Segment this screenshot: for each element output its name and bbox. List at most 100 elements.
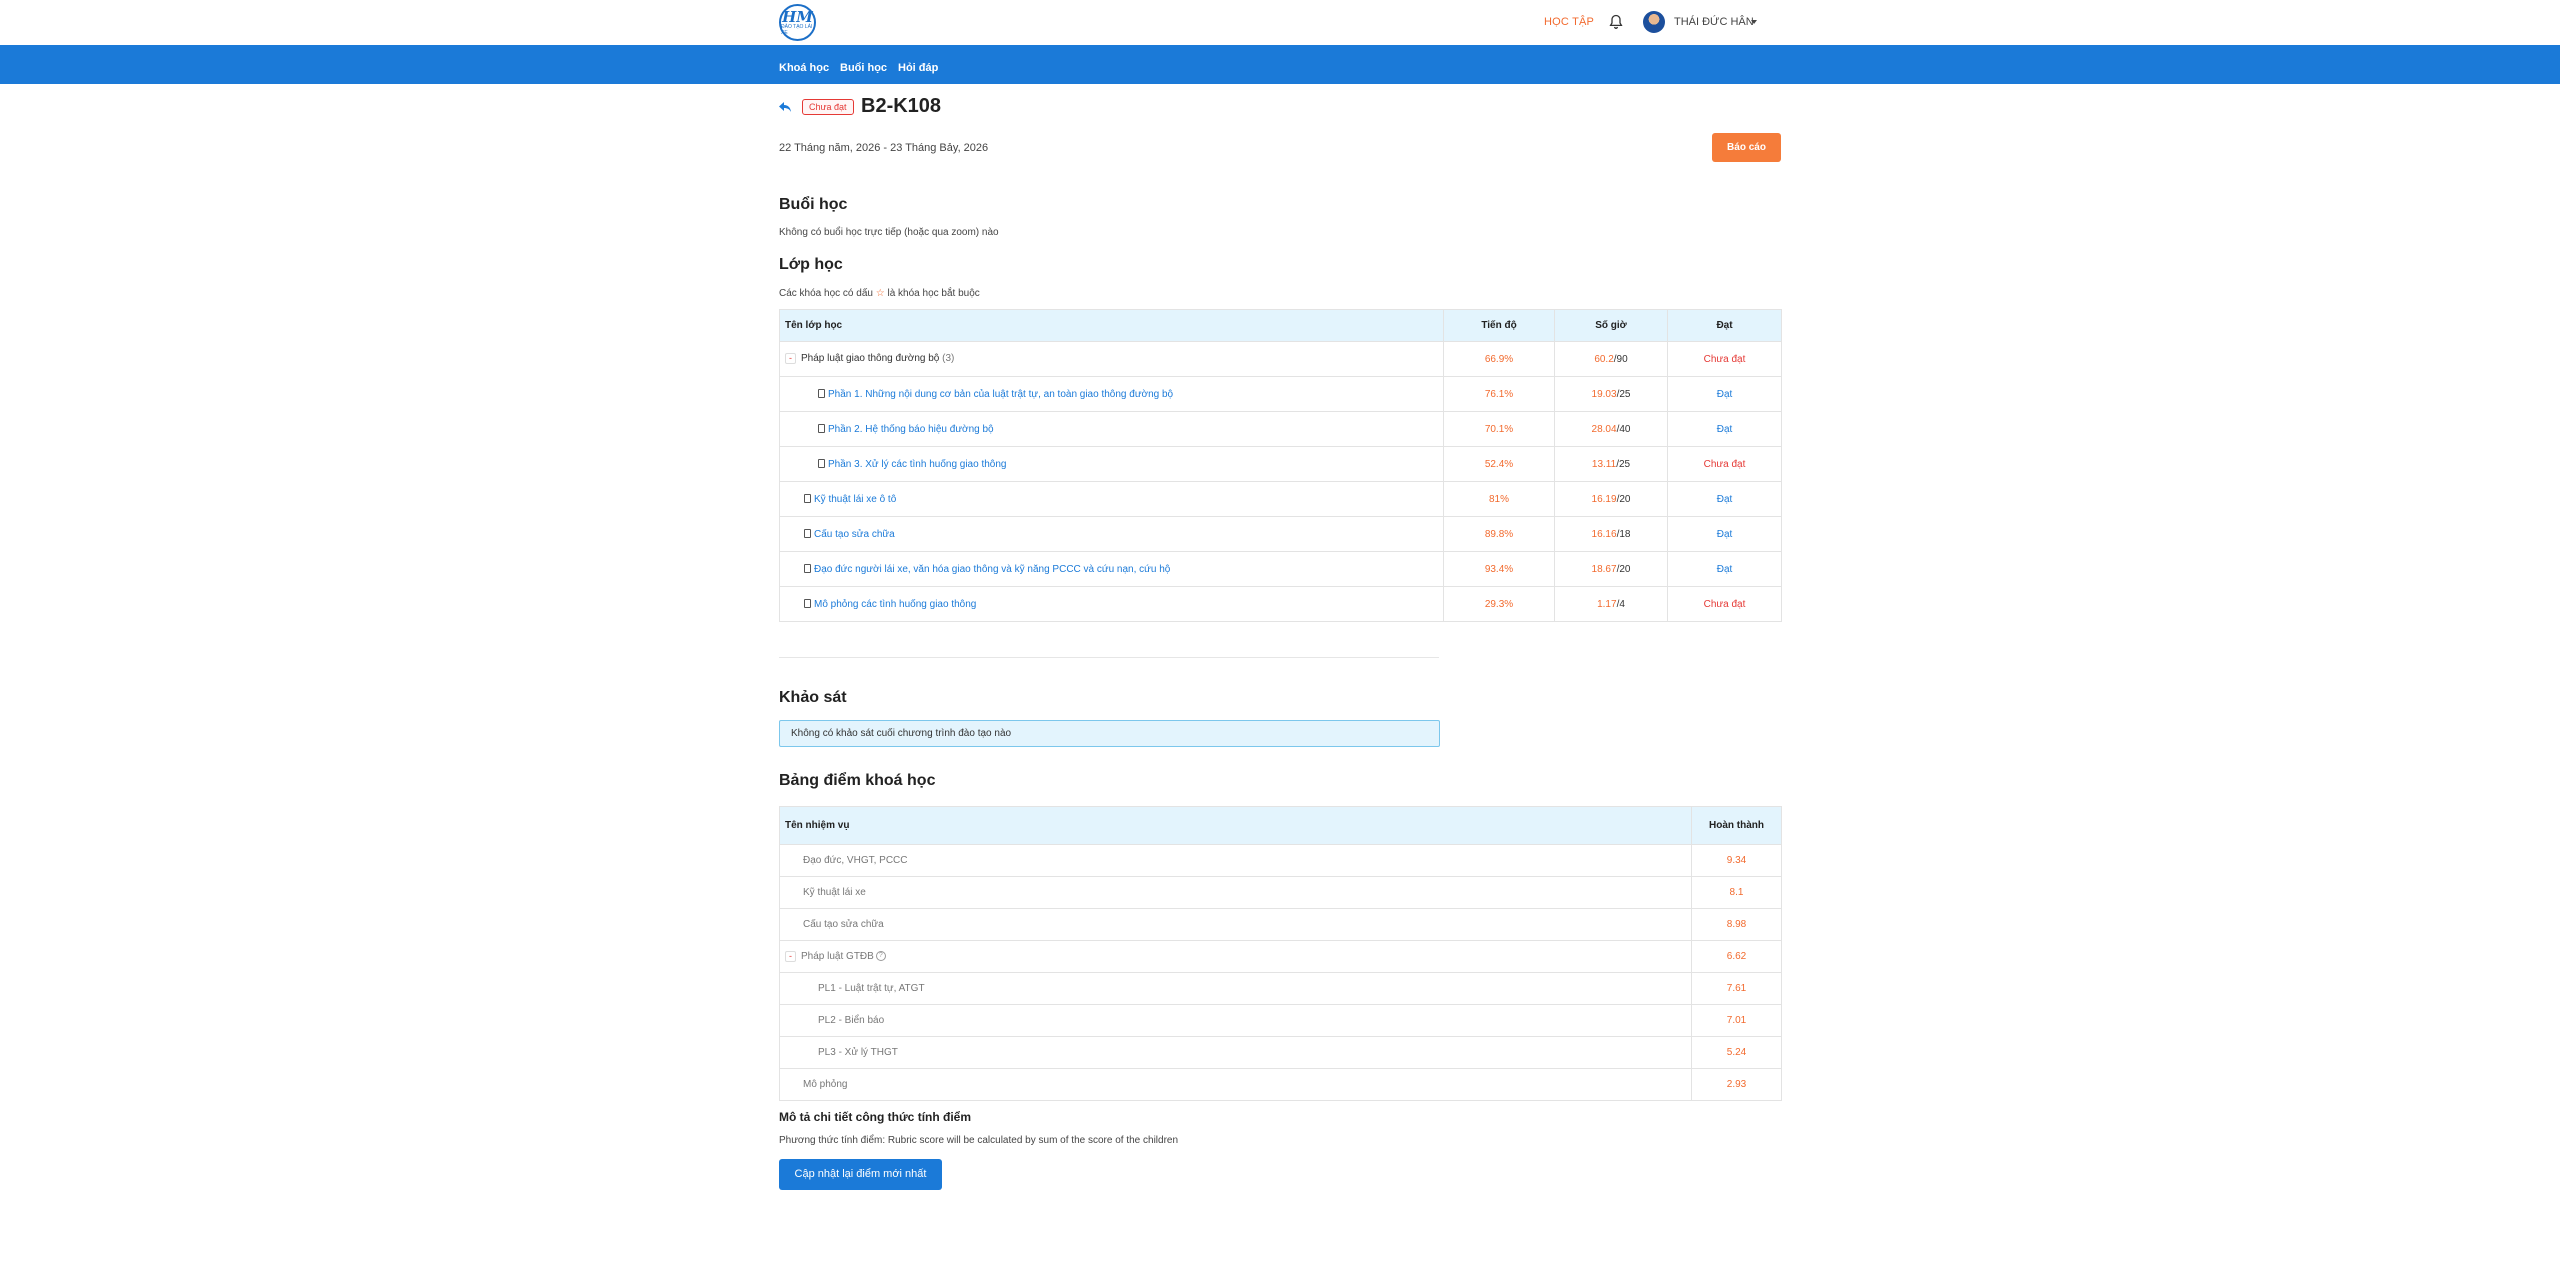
nav-learning-link[interactable]: HỌC TẬP <box>1544 16 1594 28</box>
class-name-cell: - Pháp luật giao thông đường bộ (3) <box>779 341 1444 377</box>
class-link[interactable]: Kỹ thuật lái xe ô tô <box>814 494 896 505</box>
brand-logo[interactable]: HM ĐÀO TẠO LÁI XE <box>779 4 816 41</box>
hours-done: 13.11 <box>1591 458 1617 470</box>
result-cell: Chưa đạt <box>1667 341 1782 377</box>
bell-icon[interactable] <box>1609 14 1623 30</box>
collapse-toggle-icon[interactable]: - <box>785 950 796 962</box>
child-count: (3) <box>942 353 955 365</box>
class-name-cell: Phần 3. Xử lý các tình huống giao thông <box>779 446 1444 482</box>
table-header-row: Tên lớp học Tiến độ Số giờ Đạt <box>779 309 1782 342</box>
hours-total: /25 <box>1616 458 1631 470</box>
back-arrow-icon[interactable] <box>778 101 792 113</box>
star-icon: ☆ <box>875 288 885 299</box>
logo-mark: HM <box>782 7 813 26</box>
table-row: PL3 - Xử lý THGT 5.24 <box>779 1036 1782 1069</box>
hours-cell: 18.67/20 <box>1554 551 1668 587</box>
hours-done: 16.19 <box>1591 493 1617 505</box>
class-name[interactable]: Pháp luật giao thông đường bộ <box>801 354 939 365</box>
collapse-toggle-icon[interactable]: - <box>785 353 796 365</box>
class-name-cell: Cấu tạo sửa chữa <box>779 516 1444 552</box>
task-name: Pháp luật GTĐB <box>801 951 874 963</box>
document-icon <box>804 494 811 504</box>
table-row: Cấu tạo sửa chữa 89.8% 16.16/18 Đạt <box>779 516 1782 552</box>
hours-cell: 16.19/20 <box>1554 481 1668 517</box>
task-name: Mô phỏng <box>779 1068 1692 1101</box>
table-row: Phần 1. Những nội dung cơ bản của luật t… <box>779 376 1782 412</box>
nav-qa[interactable]: Hỏi đáp <box>898 62 938 74</box>
user-name[interactable]: THÁI ĐỨC HÂN <box>1674 16 1754 28</box>
progress-cell: 66.9% <box>1443 341 1555 377</box>
sessions-empty-text: Không có buổi học trực tiếp (hoặc qua zo… <box>779 227 999 238</box>
survey-heading: Khảo sát <box>779 689 847 706</box>
help-icon[interactable]: ? <box>875 951 886 962</box>
hours-done: 19.03 <box>1591 388 1617 400</box>
table-row: - Pháp luật giao thông đường bộ (3) 66.9%… <box>779 341 1782 377</box>
result-cell: Chưa đạt <box>1667 446 1782 482</box>
report-button[interactable]: Báo cáo <box>1712 133 1781 162</box>
user-avatar[interactable] <box>1643 11 1665 33</box>
hours-cell: 1.17/4 <box>1554 586 1668 622</box>
progress-cell: 52.4% <box>1443 446 1555 482</box>
result-cell: Đạt <box>1667 411 1782 447</box>
hours-cell: 60.2/90 <box>1554 341 1668 377</box>
hours-done: 18.67 <box>1591 563 1617 575</box>
hours-total: /25 <box>1616 388 1631 400</box>
hours-cell: 13.11/25 <box>1554 446 1668 482</box>
formula-text: Phương thức tính điểm: Rubric score will… <box>779 1135 1179 1146</box>
hours-cell: 28.04/40 <box>1554 411 1668 447</box>
formula-heading: Mô tả chi tiết công thức tính điểm <box>779 1110 972 1124</box>
task-score: 7.61 <box>1691 972 1782 1005</box>
course-date-range: 22 Tháng năm, 2026 - 23 Tháng Bảy, 2026 <box>779 142 989 154</box>
hours-done: 1.17 <box>1597 598 1617 610</box>
class-link[interactable]: Mô phỏng các tình huống giao thông <box>814 599 976 610</box>
chevron-down-icon[interactable] <box>1751 20 1757 24</box>
sessions-heading: Buổi học <box>779 196 848 213</box>
hours-cell: 16.16/18 <box>1554 516 1668 552</box>
document-icon <box>804 564 811 574</box>
hours-total: /20 <box>1616 563 1631 575</box>
col-header-completion: Hoàn thành <box>1691 806 1782 845</box>
document-icon <box>804 599 811 609</box>
progress-cell: 81% <box>1443 481 1555 517</box>
task-score: 5.24 <box>1691 1036 1782 1069</box>
class-link[interactable]: Đạo đức người lái xe, văn hóa giao thông… <box>814 564 1170 575</box>
task-score: 8.98 <box>1691 908 1782 941</box>
class-link[interactable]: Phần 2. Hệ thống báo hiệu đường bộ <box>828 424 994 435</box>
scores-heading: Bảng điểm khoá học <box>779 772 936 789</box>
task-name: Kỹ thuật lái xe <box>779 876 1692 909</box>
table-header-row: Tên nhiệm vụ Hoàn thành <box>779 806 1782 845</box>
table-row: PL2 - Biển báo 7.01 <box>779 1004 1782 1037</box>
task-name-cell: - Pháp luật GTĐB? <box>779 940 1692 973</box>
result-cell: Đạt <box>1667 516 1782 552</box>
task-score: 9.34 <box>1691 844 1782 877</box>
progress-cell: 89.8% <box>1443 516 1555 552</box>
hours-cell: 19.03/25 <box>1554 376 1668 412</box>
task-name: PL3 - Xử lý THGT <box>779 1036 1692 1069</box>
table-row: Phần 2. Hệ thống báo hiệu đường bộ 70.1%… <box>779 411 1782 447</box>
classes-heading: Lớp học <box>779 256 843 273</box>
class-link[interactable]: Phần 3. Xử lý các tình huống giao thông <box>828 459 1007 470</box>
class-link[interactable]: Cấu tạo sửa chữa <box>814 529 895 540</box>
class-name-cell: Mô phỏng các tình huống giao thông <box>779 586 1444 622</box>
progress-cell: 29.3% <box>1443 586 1555 622</box>
task-score: 6.62 <box>1691 940 1782 973</box>
table-row: - Pháp luật GTĐB? 6.62 <box>779 940 1782 973</box>
update-score-button[interactable]: Cập nhật lại điểm mới nhất <box>779 1159 942 1190</box>
col-header-progress: Tiến độ <box>1443 309 1555 342</box>
progress-cell: 76.1% <box>1443 376 1555 412</box>
classes-note-prefix: Các khóa học có dấu <box>779 288 873 299</box>
class-link[interactable]: Phần 1. Những nội dung cơ bản của luật t… <box>828 389 1173 400</box>
logo-subtext: ĐÀO TẠO LÁI XE <box>781 23 813 36</box>
hours-done: 28.04 <box>1591 423 1617 435</box>
hours-total: /90 <box>1613 353 1628 365</box>
col-header-hours: Số giờ <box>1554 309 1668 342</box>
hours-total: /4 <box>1616 598 1625 610</box>
document-icon <box>818 459 825 469</box>
hours-total: /20 <box>1616 493 1631 505</box>
task-name: PL2 - Biển báo <box>779 1004 1692 1037</box>
result-cell: Đạt <box>1667 551 1782 587</box>
nav-sessions[interactable]: Buổi học <box>840 62 887 74</box>
task-score: 7.01 <box>1691 1004 1782 1037</box>
nav-courses[interactable]: Khoá học <box>779 62 829 74</box>
document-icon <box>818 389 825 399</box>
